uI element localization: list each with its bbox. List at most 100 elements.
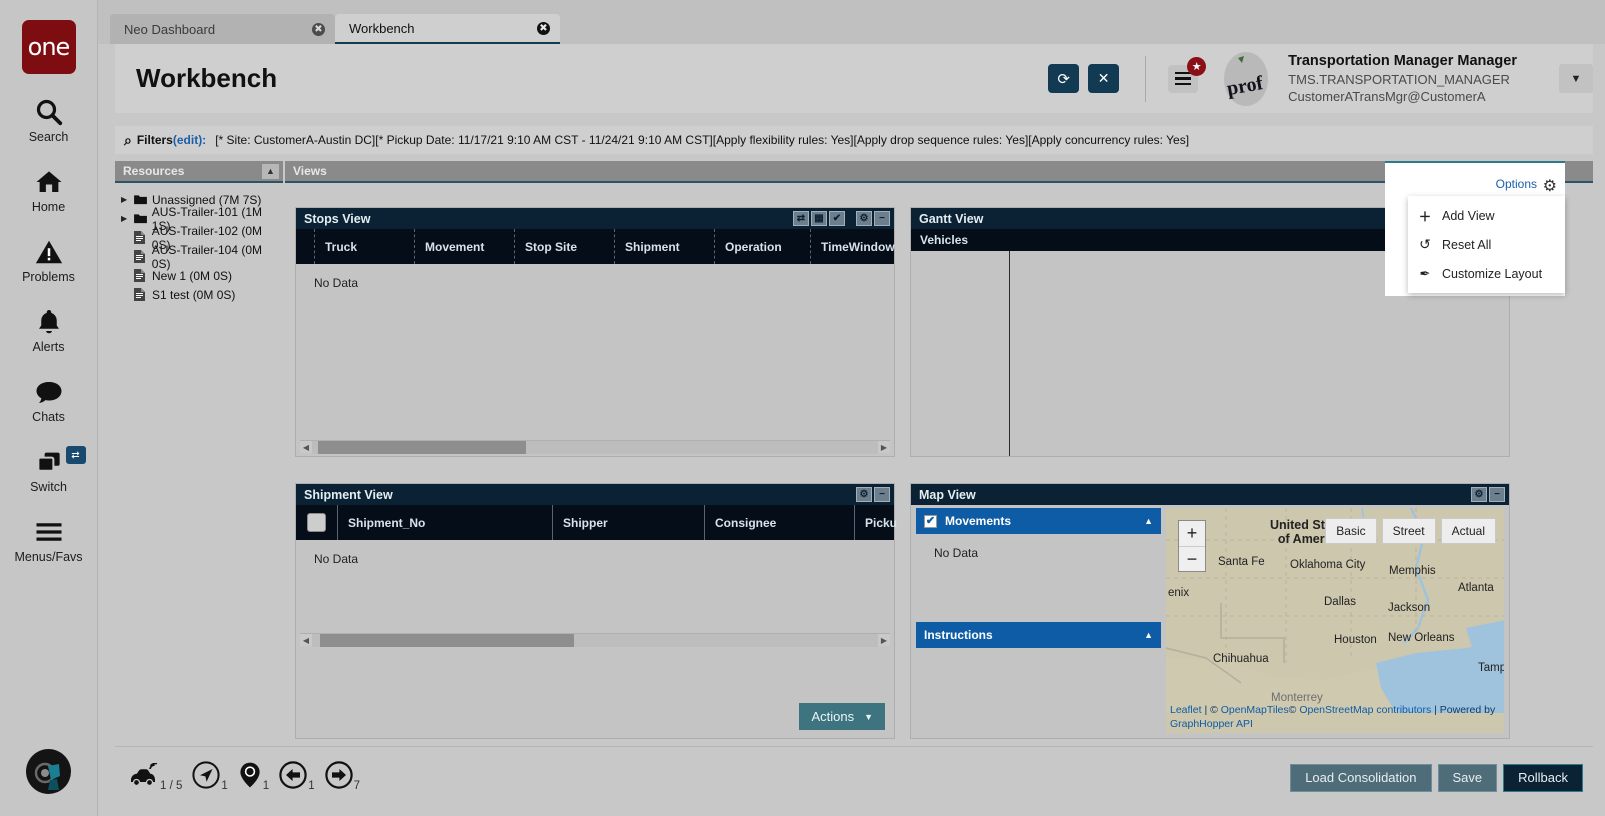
column-header[interactable]: Operation <box>714 229 810 264</box>
status-navigation[interactable]: 1 <box>192 761 228 794</box>
resources-tree: ▶ Unassigned (7M 7S) ▶ AUS-Trailer-101 (… <box>115 183 283 304</box>
sidebar-item-switch[interactable]: ⇄ Switch <box>0 446 98 494</box>
options-label[interactable]: Options <box>1496 177 1537 191</box>
user-menu-button[interactable]: ▼ <box>1559 64 1593 93</box>
status-deliveries[interactable]: 7 <box>324 761 360 794</box>
scroll-left-icon[interactable]: ◀ <box>300 636 312 645</box>
column-header[interactable]: TimeWindow <box>810 229 910 264</box>
map-label-city: Santa Fe <box>1218 556 1265 568</box>
column-header[interactable]: Movement <box>414 229 514 264</box>
map-view-panel: Map View ⚙ − ✔ Movements ▲ No Data Instr… <box>910 483 1510 739</box>
close-icon[interactable]: ✖ <box>312 22 325 36</box>
sidebar-label-problems: Problems <box>22 270 75 284</box>
stops-view-hscrollbar[interactable]: ◀ ▶ <box>300 440 890 454</box>
actions-button[interactable]: Actions ▼ <box>799 703 885 730</box>
filters-edit-link[interactable]: (edit): <box>173 133 206 147</box>
map-layer-basic[interactable]: Basic <box>1325 518 1377 544</box>
zoom-out-button[interactable]: − <box>1179 546 1205 571</box>
minimize-icon[interactable]: − <box>874 487 890 502</box>
attr-sep: | © <box>1201 703 1221 716</box>
load-consolidation-button[interactable]: Load Consolidation <box>1290 763 1432 792</box>
osm-link[interactable]: OpenStreetMap contributors <box>1299 704 1431 716</box>
movements-checkbox[interactable]: ✔ <box>924 514 937 528</box>
tree-item[interactable]: S1 test (0M 0S) <box>121 285 283 304</box>
chevron-right-icon[interactable]: ▶ <box>121 214 134 223</box>
graphhopper-link[interactable]: GraphHopper API <box>1170 718 1253 730</box>
status-vehicle[interactable]: 1 / 5 <box>129 762 182 794</box>
menu-item-add-view[interactable]: ＋ Add View <box>1408 201 1565 230</box>
map-canvas[interactable]: + − Basic Street Actual United States of … <box>1166 508 1504 733</box>
menu-item-reset-all[interactable]: ↺ Reset All <box>1408 230 1565 259</box>
tab-label: Neo Dashboard <box>124 21 216 37</box>
save-button[interactable]: Save <box>1437 763 1498 792</box>
gantt-splitter[interactable] <box>1009 251 1010 456</box>
scroll-track[interactable] <box>312 440 878 454</box>
gear-icon[interactable]: ⚙ <box>856 211 872 226</box>
scroll-track[interactable] <box>312 633 878 647</box>
stops-view-tools: ⇄ ▦ ✔ ⚙ − <box>793 211 894 226</box>
close-button[interactable]: ✕ <box>1088 64 1120 93</box>
sidebar-item-search[interactable]: Search <box>0 96 98 144</box>
status-pickups[interactable]: 1 <box>279 761 315 794</box>
column-header[interactable]: Picku <box>854 505 897 540</box>
gear-icon[interactable]: ⚙ <box>1471 487 1487 502</box>
sidebar-item-chats[interactable]: Chats <box>0 376 98 424</box>
scroll-right-icon[interactable]: ▶ <box>878 636 890 645</box>
shipment-view-hscrollbar[interactable]: ◀ ▶ <box>300 633 890 647</box>
tree-item[interactable]: AUS-Trailer-104 (0M 0S) <box>121 243 283 271</box>
rollback-button[interactable]: Rollback <box>1503 763 1583 792</box>
scroll-thumb[interactable] <box>318 440 526 454</box>
chevron-right-icon[interactable]: ▶ <box>121 195 134 204</box>
gear-icon[interactable]: ⚙ <box>1543 176 1557 196</box>
tree-item-label: New 1 (0M 0S) <box>152 268 233 283</box>
grid-icon[interactable]: ▦ <box>811 211 827 226</box>
refresh-icon[interactable]: ⇄ <box>793 211 809 226</box>
sidebar-item-home[interactable]: Home <box>0 166 98 214</box>
brand-logo[interactable]: one <box>21 20 76 74</box>
close-icon[interactable]: ✖ <box>537 21 550 35</box>
map-pin-icon <box>238 761 262 794</box>
gear-icon[interactable]: ⚙ <box>856 487 872 502</box>
movements-accordion-header[interactable]: ✔ Movements ▲ <box>916 508 1161 534</box>
column-header[interactable]: Shipper <box>552 505 704 540</box>
instructions-accordion-header[interactable]: Instructions ▲ <box>916 622 1161 648</box>
shipment-view-header: Shipment View ⚙ − <box>296 484 894 505</box>
sidebar-item-problems[interactable]: Problems <box>0 236 98 284</box>
avatar[interactable]: prof <box>1216 50 1276 108</box>
navigation-arrow-icon <box>192 761 220 794</box>
sidebar-item-alerts[interactable]: Alerts <box>0 306 98 354</box>
collapse-icon[interactable]: ▲ <box>262 163 279 179</box>
check-icon[interactable]: ✔ <box>829 211 845 226</box>
chevron-up-icon[interactable]: ▲ <box>1144 516 1153 526</box>
assistant-avatar[interactable] <box>26 749 71 794</box>
sidebar-label-menus-favs: Menus/Favs <box>14 550 83 564</box>
leaflet-link[interactable]: Leaflet <box>1170 704 1202 716</box>
scroll-left-icon[interactable]: ◀ <box>300 443 312 452</box>
menu-item-customize-layout[interactable]: ✒ Customize Layout <box>1408 259 1565 288</box>
status-value: 1 <box>308 780 315 792</box>
tab-workbench[interactable]: Workbench ✖ <box>335 14 560 44</box>
options-overlay: Options ⚙ ＋ Add View ↺ Reset All ✒ Custo… <box>1385 161 1565 296</box>
map-layer-actual[interactable]: Actual <box>1440 518 1496 544</box>
chevron-up-icon[interactable]: ▲ <box>1144 630 1153 640</box>
column-header[interactable]: Consignee <box>704 505 854 540</box>
select-all-checkbox[interactable] <box>296 505 337 540</box>
column-header[interactable]: Shipment_No <box>337 505 552 540</box>
map-layer-street[interactable]: Street <box>1381 518 1436 544</box>
refresh-button[interactable]: ⟳ <box>1048 64 1080 93</box>
tab-neo-dashboard[interactable]: Neo Dashboard ✖ <box>110 14 335 44</box>
minimize-icon[interactable]: − <box>1489 487 1505 502</box>
column-header[interactable]: Shipment <box>614 229 714 264</box>
column-header[interactable]: Stop Site <box>514 229 614 264</box>
column-header[interactable]: Truck <box>314 229 414 264</box>
minimize-icon[interactable]: − <box>874 211 890 226</box>
scroll-thumb[interactable] <box>320 633 574 647</box>
sidebar-item-menus-favs[interactable]: Menus/Favs <box>0 516 98 564</box>
notifications-menu-button[interactable]: ★ <box>1168 56 1207 93</box>
switch-badge-icon[interactable]: ⇄ <box>65 446 86 464</box>
scroll-right-icon[interactable]: ▶ <box>878 443 890 452</box>
status-location[interactable]: 1 <box>238 761 269 794</box>
zoom-in-button[interactable]: + <box>1179 521 1205 546</box>
column-header[interactable]: Vehicles <box>920 233 968 247</box>
openmaptiles-link[interactable]: OpenMapTiles <box>1221 704 1289 716</box>
